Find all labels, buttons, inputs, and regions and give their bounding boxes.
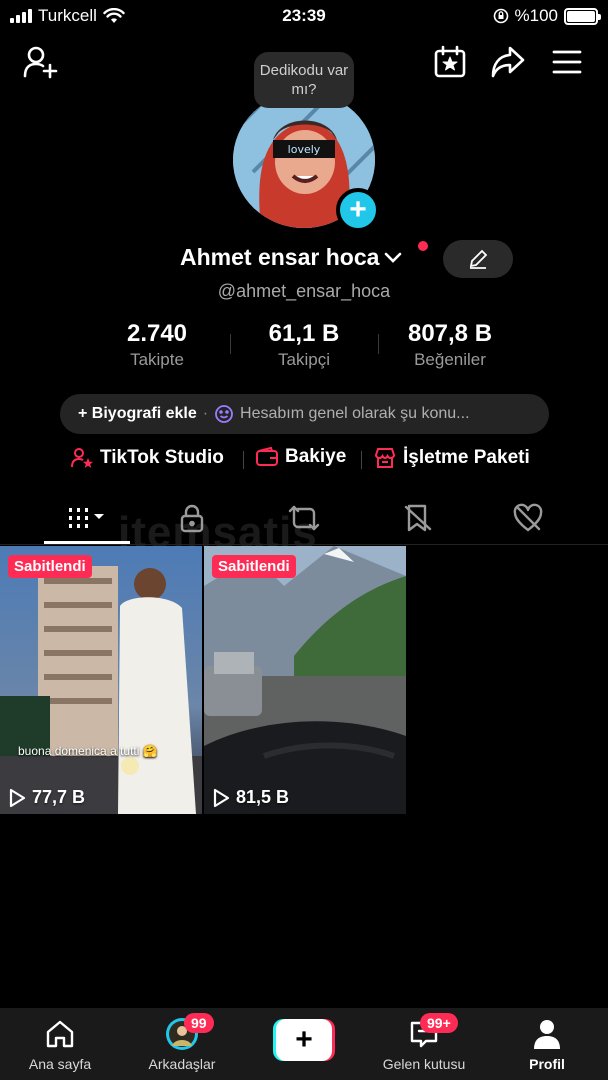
business-suite-link[interactable]: İşletme Paketi bbox=[373, 446, 530, 470]
calendar-star-icon[interactable] bbox=[430, 42, 470, 82]
bio-prompt[interactable]: + Biyografi ekle · Hesabım genel olarak … bbox=[60, 394, 549, 434]
smile-icon bbox=[215, 405, 233, 423]
chevron-down-icon[interactable] bbox=[383, 251, 403, 265]
tiktok-studio-link[interactable]: TikTok Studio bbox=[70, 446, 224, 470]
profile-links: TikTok Studio Bakiye İşletme Paketi bbox=[0, 446, 608, 472]
pencil-icon bbox=[469, 249, 488, 269]
share-icon[interactable] bbox=[488, 42, 528, 82]
menu-icon[interactable] bbox=[547, 42, 587, 82]
add-story-button[interactable]: + bbox=[336, 188, 380, 232]
pinned-badge: Sabitlendi bbox=[8, 555, 92, 578]
edit-profile-button[interactable] bbox=[443, 240, 513, 278]
divider bbox=[230, 334, 231, 354]
username-row[interactable]: Ahmet ensar hoca bbox=[180, 241, 428, 271]
video-preview-image bbox=[204, 546, 406, 814]
balance-link[interactable]: Bakiye bbox=[255, 446, 346, 468]
video-thumbnail[interactable]: Sabitlendi buona domenica a tutti 🤗 77,7… bbox=[0, 546, 202, 814]
bio-separator: · bbox=[202, 405, 209, 422]
pinned-badge: Sabitlendi bbox=[212, 555, 296, 578]
add-bio-label: + Biyografi ekle bbox=[78, 405, 197, 422]
play-icon bbox=[213, 788, 230, 807]
view-count: 77,7 B bbox=[8, 787, 85, 808]
stat-following[interactable]: 2.740 Takipte bbox=[82, 320, 232, 370]
notification-dot bbox=[418, 241, 428, 251]
divider bbox=[243, 451, 244, 469]
friends-badge: 99 bbox=[184, 1013, 214, 1033]
home-icon bbox=[46, 1020, 74, 1048]
repost-icon bbox=[288, 505, 320, 531]
tab-saved[interactable] bbox=[368, 492, 468, 544]
battery-percent: %100 bbox=[514, 6, 558, 25]
play-icon bbox=[9, 788, 26, 807]
profile-handle: @ahmet_ensar_hoca bbox=[217, 281, 391, 301]
inbox-badge: 99+ bbox=[420, 1013, 458, 1033]
plus-icon: + bbox=[276, 1019, 332, 1061]
videos-grid-icon bbox=[69, 508, 104, 528]
wallet-icon bbox=[256, 446, 278, 466]
profile-tabs bbox=[0, 492, 608, 545]
profile-name: Ahmet ensar hoca bbox=[180, 244, 380, 270]
active-tab-indicator bbox=[44, 541, 130, 544]
nav-home[interactable]: Ana sayfa bbox=[0, 1016, 120, 1072]
video-caption: buona domenica a tutti 🤗 bbox=[18, 744, 158, 758]
tab-liked[interactable] bbox=[478, 492, 578, 544]
divider bbox=[378, 334, 379, 354]
video-thumbnail[interactable]: Sabitlendi 81,5 B bbox=[204, 546, 406, 814]
bookmark-icon bbox=[404, 504, 432, 532]
create-button[interactable]: + bbox=[273, 1019, 335, 1061]
divider bbox=[361, 451, 362, 469]
view-count: 81,5 B bbox=[212, 787, 289, 808]
bio-suggestion: Hesabım genel olarak şu konu... bbox=[240, 405, 470, 422]
nav-profile[interactable]: Profil bbox=[487, 1016, 607, 1072]
status-bar: Turkcell 23:39 %100 bbox=[0, 0, 608, 32]
battery-icon bbox=[564, 7, 601, 25]
profile-icon bbox=[534, 1020, 560, 1049]
nav-friends[interactable]: Arkadaşlar bbox=[122, 1016, 242, 1072]
tab-videos[interactable] bbox=[36, 492, 136, 544]
tab-private[interactable] bbox=[142, 492, 242, 544]
lock-icon bbox=[180, 504, 204, 533]
add-friend-icon[interactable] bbox=[20, 42, 60, 82]
stat-likes[interactable]: 807,8 B Beğeniler bbox=[375, 320, 525, 370]
orientation-lock-icon bbox=[493, 8, 508, 24]
svg-text:lovely: lovely bbox=[288, 143, 321, 156]
user-star-icon bbox=[71, 448, 94, 468]
tab-reposts[interactable] bbox=[254, 492, 354, 544]
status-bubble[interactable]: Dedikodu var mı? bbox=[254, 52, 354, 108]
store-icon bbox=[374, 448, 396, 468]
stat-followers[interactable]: 61,1 B Takipçi bbox=[229, 320, 379, 370]
liked-icon bbox=[513, 503, 543, 532]
video-preview-image bbox=[0, 546, 202, 814]
